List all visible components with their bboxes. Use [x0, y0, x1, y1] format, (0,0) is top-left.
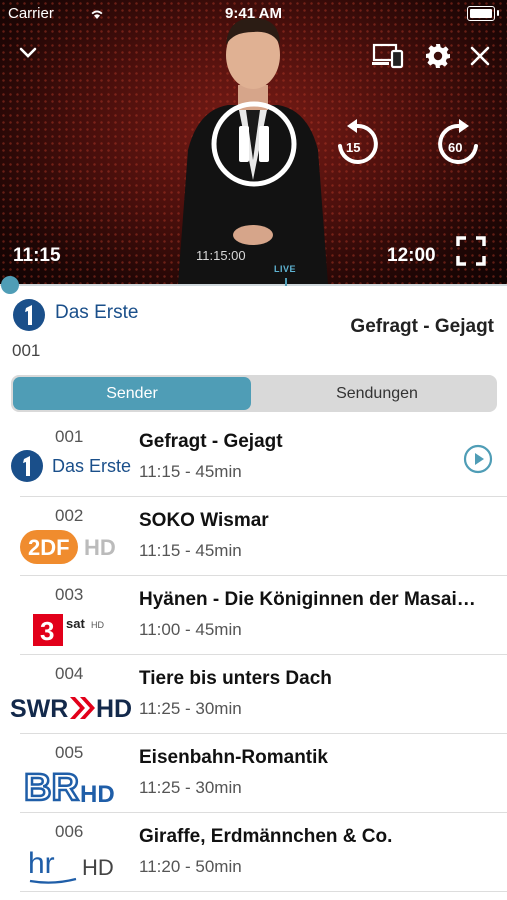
ard-one-icon [11, 450, 43, 482]
zdf-logo-graphic: 2DF HD [20, 530, 116, 564]
3sat-hd-logo: 3 sat HD [0, 606, 136, 646]
show-title: SOKO Wismar [139, 510, 269, 531]
show-title: Gefragt - Gejagt [139, 431, 283, 452]
row-divider [20, 891, 507, 892]
br-logo-graphic: BR HD [24, 766, 115, 806]
chevron-down-icon[interactable] [18, 46, 38, 60]
channel-number: 001 [55, 427, 84, 446]
swr-hd-logo: SWR HD [0, 685, 136, 725]
current-channel-number: 001 [12, 341, 41, 360]
close-icon[interactable] [469, 45, 491, 67]
channel-number: 004 [55, 664, 84, 683]
channel-row[interactable]: 004 SWR HD Tiere bis unters Dach 11:25 -… [0, 655, 507, 734]
channel-number: 003 [55, 585, 84, 604]
svg-text:3: 3 [40, 616, 54, 646]
show-time: 11:25 - 30min [139, 778, 242, 797]
swr-logo-graphic: SWR HD [10, 695, 132, 723]
end-time: 12:00 [387, 245, 436, 266]
show-title: Hyänen - Die Königinnen der Masai… [139, 589, 476, 610]
show-title: Tiere bis unters Dach [139, 668, 332, 689]
current-time: 11:15 [13, 245, 61, 266]
battery-tip [497, 10, 499, 16]
status-bar: Carrier 9:41 AM [0, 0, 507, 28]
svg-text:HD: HD [91, 620, 104, 630]
clock: 9:41 AM [225, 5, 282, 22]
progress-knob[interactable] [1, 276, 19, 294]
br-hd-logo: BR HD [0, 764, 136, 806]
channel-number: 005 [55, 743, 84, 762]
hr-logo-graphic: hr HD [28, 847, 114, 884]
svg-text:2DF: 2DF [28, 535, 70, 560]
channel-row[interactable]: 005 BR HD Eisenbahn-Romantik 11:25 - 30m… [0, 734, 507, 813]
svg-text:SWR: SWR [10, 695, 68, 723]
svg-text:sat: sat [66, 616, 85, 631]
position-time: 11:15:00 [196, 248, 246, 263]
fullscreen-icon[interactable] [456, 236, 486, 266]
logo-text: Das Erste [52, 456, 132, 476]
channel-row[interactable]: 001 Das Erste Gefragt - Gejagt 11:15 - 4… [0, 418, 507, 497]
3sat-logo-graphic: 3 sat HD [33, 614, 104, 646]
skip-back-seconds: 15 [346, 140, 361, 155]
skip-forward-button[interactable]: 60 [436, 118, 482, 166]
view-switcher: Sender Sendungen [11, 375, 497, 412]
progress-slider[interactable] [0, 276, 507, 294]
show-title: Giraffe, Erdmännchen & Co. [139, 826, 393, 847]
channel-number: 006 [55, 822, 84, 841]
das-erste-logo [13, 299, 45, 331]
cast-devices-icon[interactable] [372, 43, 404, 69]
svg-text:HD: HD [84, 535, 116, 560]
skip-forward-seconds: 60 [448, 140, 463, 155]
svg-text:BR: BR [24, 767, 79, 806]
hr-hd-logo: hr HD [0, 843, 136, 884]
current-show-title: Gefragt - Gejagt [350, 316, 494, 337]
tab-sendungen[interactable]: Sendungen [259, 377, 495, 410]
current-channel-name: Das Erste [55, 302, 139, 323]
show-time: 11:15 - 45min [139, 541, 242, 560]
channel-number: 002 [55, 506, 84, 525]
svg-text:hr: hr [28, 847, 55, 880]
das-erste-logo: Das Erste [0, 448, 136, 488]
live-marker [285, 278, 287, 286]
gear-icon[interactable] [425, 43, 451, 69]
battery-icon [467, 6, 495, 21]
svg-text:HD: HD [80, 781, 115, 806]
play-icon[interactable] [463, 444, 493, 474]
show-time: 11:25 - 30min [139, 699, 242, 718]
show-time: 11:00 - 45min [139, 620, 242, 639]
channel-row[interactable]: 002 2DF HD SOKO Wismar 11:15 - 45min [0, 497, 507, 576]
zdf-hd-logo: 2DF HD [0, 527, 136, 567]
wifi-icon [91, 10, 103, 19]
channel-row[interactable]: 006 hr HD Giraffe, Erdmännchen & Co. 11:… [0, 813, 507, 892]
show-title: Eisenbahn-Romantik [139, 747, 328, 768]
svg-text:HD: HD [96, 695, 132, 723]
show-time: 11:20 - 50min [139, 857, 242, 876]
show-time: 11:15 - 45min [139, 462, 242, 481]
skip-back-button[interactable]: 15 [334, 118, 380, 166]
channel-row[interactable]: 003 3 sat HD Hyänen - Die Königinnen der… [0, 576, 507, 655]
pause-button[interactable] [210, 100, 298, 188]
video-player[interactable]: Carrier 9:41 AM 15 60 11:15 11:15:00 12:… [0, 0, 507, 284]
svg-text:HD: HD [82, 855, 114, 880]
live-label: LIVE [274, 264, 297, 274]
tab-sender[interactable]: Sender [13, 377, 251, 410]
